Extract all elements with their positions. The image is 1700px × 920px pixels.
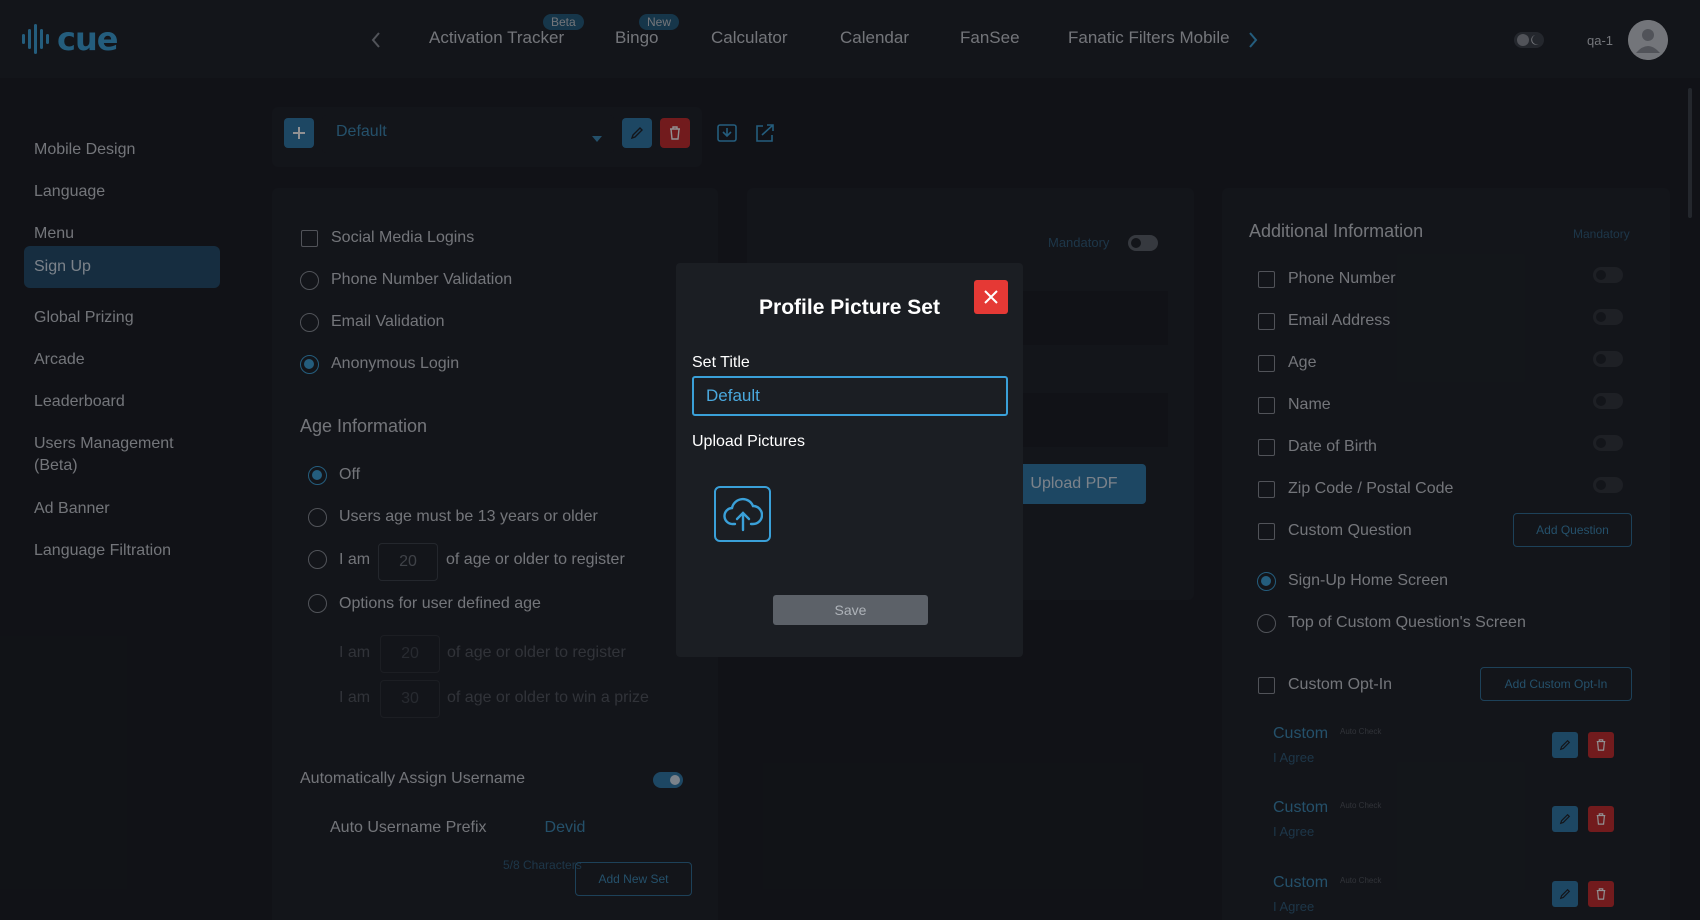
upload-cloud-icon[interactable]	[714, 486, 771, 542]
save-button[interactable]: Save	[773, 595, 928, 625]
profile-picture-set-modal: Profile Picture Set Set Title Upload Pic…	[676, 263, 1023, 657]
modal-title: Profile Picture Set	[759, 296, 940, 319]
close-icon[interactable]	[974, 280, 1008, 314]
set-title-label: Set Title	[692, 354, 750, 371]
upload-pictures-label: Upload Pictures	[692, 433, 805, 450]
set-title-input[interactable]	[692, 376, 1008, 416]
